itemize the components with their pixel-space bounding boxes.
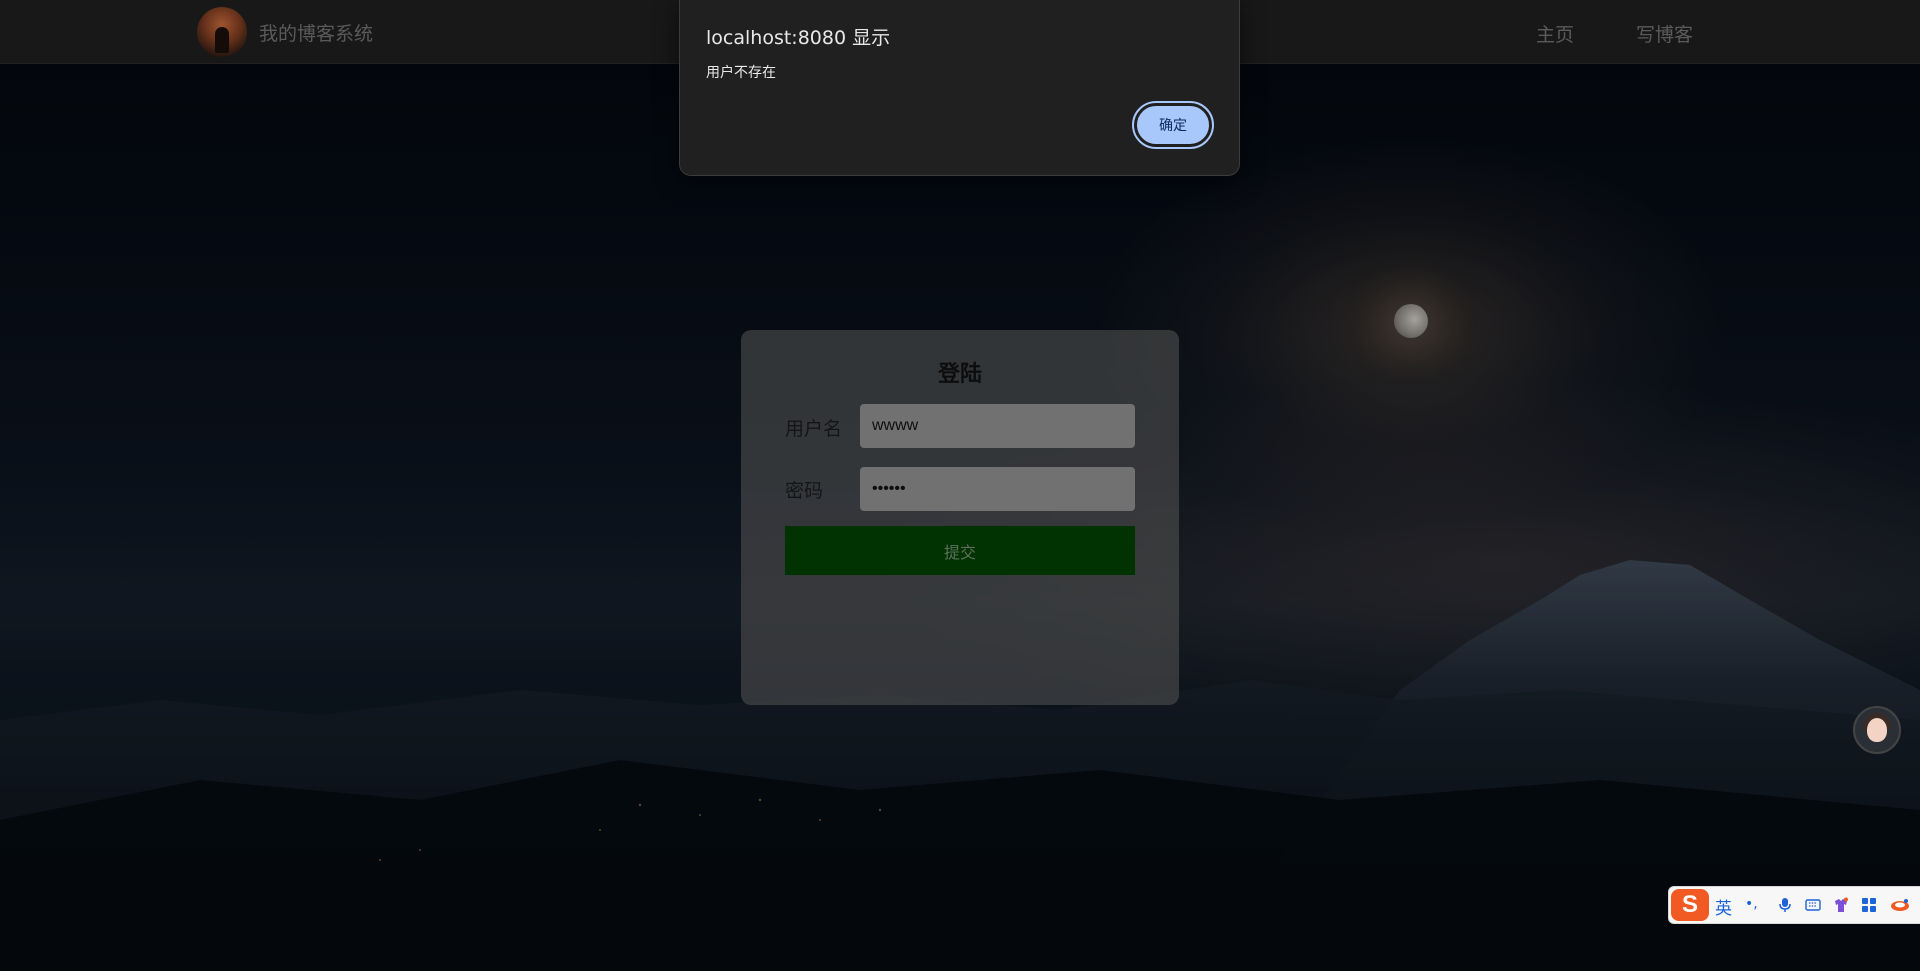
assistant-avatar-button[interactable] [1853,706,1901,754]
sogou-logo-icon[interactable]: S [1671,889,1709,921]
ime-mode-toggle[interactable]: 英 [1715,894,1732,919]
microphone-icon[interactable] [1777,897,1793,913]
alert-message: 用户不存在 [706,65,776,81]
alert-title: localhost:8080 显示 [706,27,891,49]
alert-ok-button[interactable]: 确定 [1132,101,1214,149]
skin-icon[interactable] [1833,897,1849,913]
extra-icon[interactable] [1889,897,1911,913]
ime-punctuation-toggle[interactable]: •, [1745,896,1758,912]
alert-dialog: localhost:8080 显示 用户不存在 确定 [679,0,1240,176]
ime-toolbar: S 英 •, [1668,886,1920,924]
assistant-face [1867,718,1887,742]
keyboard-icon[interactable] [1805,897,1821,913]
apps-grid-icon[interactable] [1861,897,1877,913]
